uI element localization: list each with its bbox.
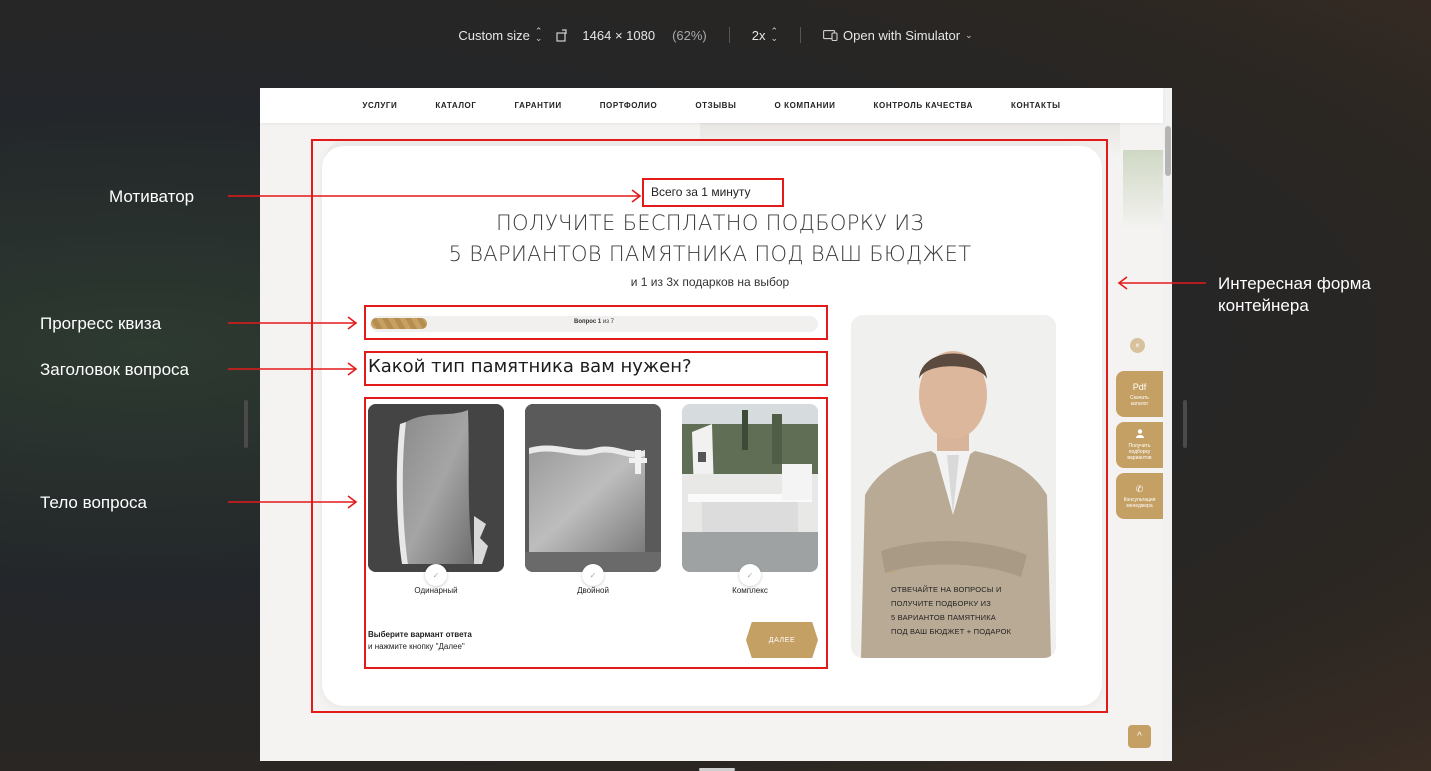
nav-link-services[interactable]: УСЛУГИ xyxy=(362,101,397,110)
site-navbar: УСЛУГИ КАТАЛОГ ГАРАНТИИ ПОРТФОЛИО ОТЗЫВЫ… xyxy=(260,88,1163,123)
nav-link-quality[interactable]: КОНТРОЛЬ КАЧЕСТВА xyxy=(874,101,973,110)
nav-link-guarantees[interactable]: ГАРАНТИИ xyxy=(515,101,562,110)
annotation-label-container: Интересная форма контейнера xyxy=(1218,273,1371,317)
annotation-label-progress: Прогресс квиза xyxy=(40,314,162,333)
annotation-label-question-title: Заголовок вопроса xyxy=(40,360,190,379)
annotation-label-container-line: контейнера xyxy=(1218,296,1309,315)
annotation-label-container-line: Интересная форма xyxy=(1218,274,1371,293)
nav-link-portfolio[interactable]: ПОРТФОЛИО xyxy=(600,101,658,110)
nav-link-reviews[interactable]: ОТЗЫВЫ xyxy=(695,101,736,110)
annotation-label-motivator: Мотиватор xyxy=(109,187,195,206)
nav-link-contacts[interactable]: КОНТАКТЫ xyxy=(1011,101,1061,110)
nav-link-catalog[interactable]: КАТАЛОГ xyxy=(435,101,476,110)
nav-link-about[interactable]: О КОМПАНИИ xyxy=(774,101,835,110)
annotation-label-question-body: Тело вопроса xyxy=(40,493,147,512)
